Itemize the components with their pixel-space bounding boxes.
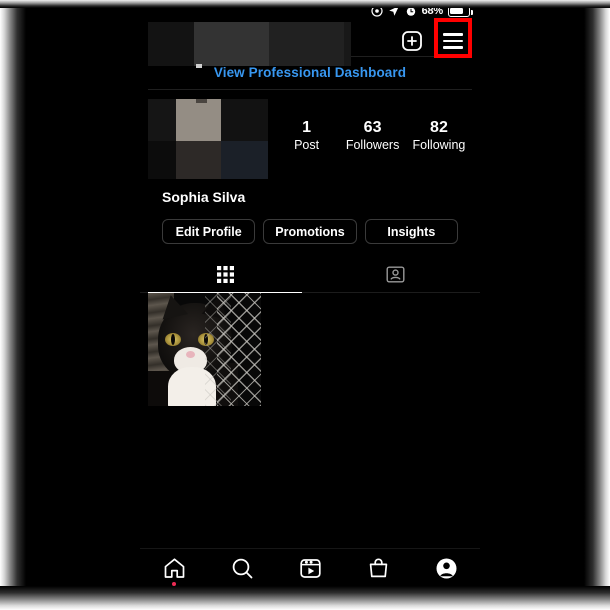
stat-posts[interactable]: 1 Post: [281, 118, 333, 153]
status-bar: 68%: [140, 0, 480, 22]
hamburger-menu-button[interactable]: [434, 18, 472, 60]
profile-action-buttons: Edit Profile Promotions Insights: [140, 205, 480, 244]
nav-profile[interactable]: [412, 549, 480, 593]
profile-tabs: [140, 262, 480, 293]
censored-profile-picture[interactable]: [148, 99, 268, 179]
reels-icon: [298, 556, 323, 586]
stat-followers-label: Followers: [345, 137, 400, 152]
hamburger-menu-icon: [443, 33, 463, 49]
censored-username-banner: [148, 22, 351, 68]
profile-header: 1 Post 63 Followers 82 Following: [140, 90, 480, 179]
profile-top-bar: [140, 18, 480, 68]
battery-percent-label: 68%: [421, 5, 444, 17]
top-action-buttons: [400, 18, 472, 60]
bottom-navigation-bar: [140, 548, 480, 592]
nav-search[interactable]: [208, 549, 276, 593]
nav-shop[interactable]: [344, 549, 412, 593]
alarm-clock-icon: [405, 5, 417, 17]
location-arrow-icon: [388, 5, 400, 17]
stat-posts-count: 1: [302, 118, 312, 136]
tagged-person-icon: [385, 264, 406, 290]
plus-square-icon[interactable]: [400, 29, 424, 53]
home-notification-dot: [172, 581, 176, 586]
profile-stats: 1 Post 63 Followers 82 Following: [268, 118, 472, 161]
stat-followers[interactable]: 63 Followers: [346, 118, 400, 153]
shop-bag-icon: [366, 556, 391, 586]
post-grid: black-and-white-cat-behind-chain-link-fe…: [140, 293, 480, 406]
tab-tagged[interactable]: [310, 262, 480, 292]
search-icon: [230, 556, 255, 586]
insights-button[interactable]: Insights: [364, 219, 458, 244]
edit-profile-button[interactable]: Edit Profile: [162, 219, 256, 244]
screenshot-frame: 68% View Professional Dashboard 1 Post 6…: [0, 0, 610, 610]
grid-icon: [215, 264, 236, 290]
stat-following-label: Following: [412, 137, 466, 152]
battery-icon: [448, 5, 473, 17]
profile-display-name: Sophia Silva: [162, 189, 246, 205]
tab-grid[interactable]: [140, 262, 310, 293]
nav-reels[interactable]: [276, 549, 344, 593]
frame-edge-right: [584, 0, 610, 610]
post-thumbnail[interactable]: black-and-white-cat-behind-chain-link-fe…: [148, 293, 261, 406]
focus-circle-icon: [370, 5, 383, 17]
profile-avatar-icon: [434, 556, 459, 586]
phone-screen: 68% View Professional Dashboard 1 Post 6…: [140, 0, 480, 592]
cat-photo: [148, 293, 261, 406]
nav-home[interactable]: [140, 549, 208, 593]
stat-posts-label: Post: [294, 137, 320, 152]
stat-following-count: 82: [430, 118, 448, 136]
promotions-button[interactable]: Promotions: [263, 219, 357, 244]
frame-edge-left: [0, 0, 26, 610]
stat-followers-count: 63: [363, 118, 382, 136]
stat-following[interactable]: 82 Following: [413, 118, 466, 153]
